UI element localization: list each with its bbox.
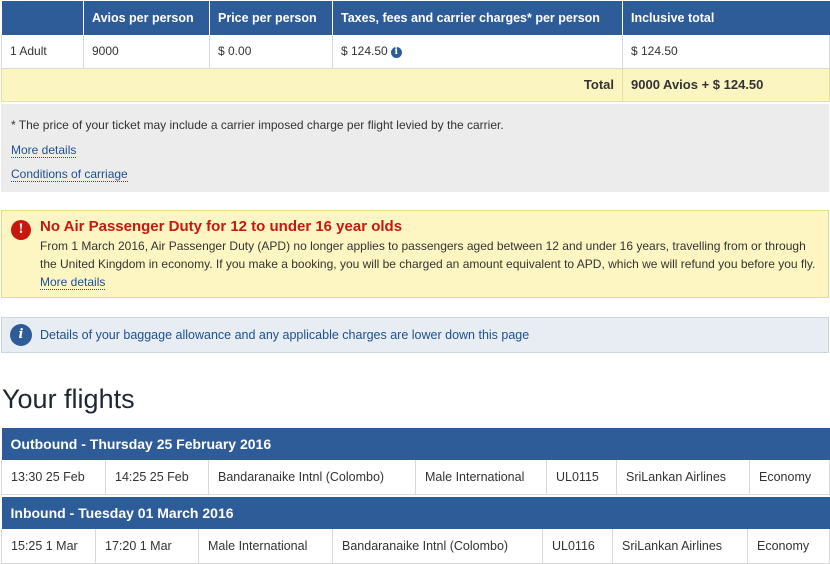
apd-alert-body: From 1 March 2016, Air Passenger Duty (A… [40,237,818,291]
outbound-flight-table: Outbound - Thursday 25 February 2016 13:… [1,428,830,495]
price-header-price: Price per person [209,1,333,35]
total-row: Total 9000 Avios + $ 124.50 [1,68,830,102]
taxes-cell: $ 124.50 i [332,35,623,69]
inbound-header: Inbound - Tuesday 01 March 2016 [1,497,830,529]
total-value: 9000 Avios + $ 124.50 [622,68,830,102]
inbound-flight-number: UL0116 [542,529,613,564]
inclusive-total-cell: $ 124.50 [622,35,830,69]
inbound-flight-table: Inbound - Tuesday 01 March 2016 15:25 1 … [1,497,830,564]
conditions-of-carriage-link[interactable]: Conditions of carriage [11,167,128,182]
outbound-header: Outbound - Thursday 25 February 2016 [1,428,830,460]
price-notes: * The price of your ticket may include a… [1,104,829,192]
inbound-departure-time: 15:25 1 Mar [1,529,96,564]
more-details-link[interactable]: More details [11,143,77,158]
outbound-departure-time: 13:30 25 Feb [1,460,106,495]
inbound-arrival-time: 17:20 1 Mar [95,529,199,564]
apd-more-details-link[interactable]: More details [40,275,106,290]
inbound-flight-row[interactable]: 15:25 1 Mar 17:20 1 Mar Male Internation… [1,529,830,564]
taxes-value: $ 124.50 [341,44,388,59]
outbound-flight-row[interactable]: 13:30 25 Feb 14:25 25 Feb Bandaranaike I… [1,460,830,495]
outbound-flight-number: UL0115 [546,460,617,495]
price-header-passenger [1,1,84,35]
price-header-inclusive-total: Inclusive total [622,1,830,35]
alert-exclamation-icon: ! [11,220,31,240]
outbound-cabin: Economy [748,460,830,495]
apd-alert: ! No Air Passenger Duty for 12 to under … [1,210,829,298]
apd-alert-text: From 1 March 2016, Air Passenger Duty (A… [40,239,816,271]
avios-cell: 9000 [83,35,210,69]
info-icon: i [10,324,32,346]
your-flights-heading: Your flights [2,384,135,414]
baggage-info-text: Details of your baggage allowance and an… [40,328,530,342]
price-table: Avios per person Price per person Taxes,… [1,1,830,102]
inbound-destination: Bandaranaike Intnl (Colombo) [332,529,543,564]
passenger-cell: 1 Adult [1,35,84,69]
price-header-taxes: Taxes, fees and carrier charges* per per… [332,1,623,35]
inbound-cabin: Economy [746,529,830,564]
price-header-avios: Avios per person [83,1,210,35]
outbound-arrival-time: 14:25 25 Feb [105,460,209,495]
inbound-airline: SriLankan Airlines [612,529,748,564]
carrier-charge-note: * The price of your ticket may include a… [11,118,504,132]
price-row: 1 Adult 9000 $ 0.00 $ 124.50 i $ 124.50 [1,35,830,69]
price-cell: $ 0.00 [209,35,333,69]
baggage-info-banner: i Details of your baggage allowance and … [1,317,829,353]
inbound-origin: Male International [198,529,333,564]
outbound-origin: Bandaranaike Intnl (Colombo) [208,460,416,495]
price-table-header: Avios per person Price per person Taxes,… [1,1,830,35]
total-label: Total [1,68,623,102]
outbound-airline: SriLankan Airlines [616,460,750,495]
outbound-destination: Male International [415,460,547,495]
apd-alert-title: No Air Passenger Duty for 12 to under 16… [40,218,403,235]
taxes-info-icon[interactable]: i [390,47,402,59]
